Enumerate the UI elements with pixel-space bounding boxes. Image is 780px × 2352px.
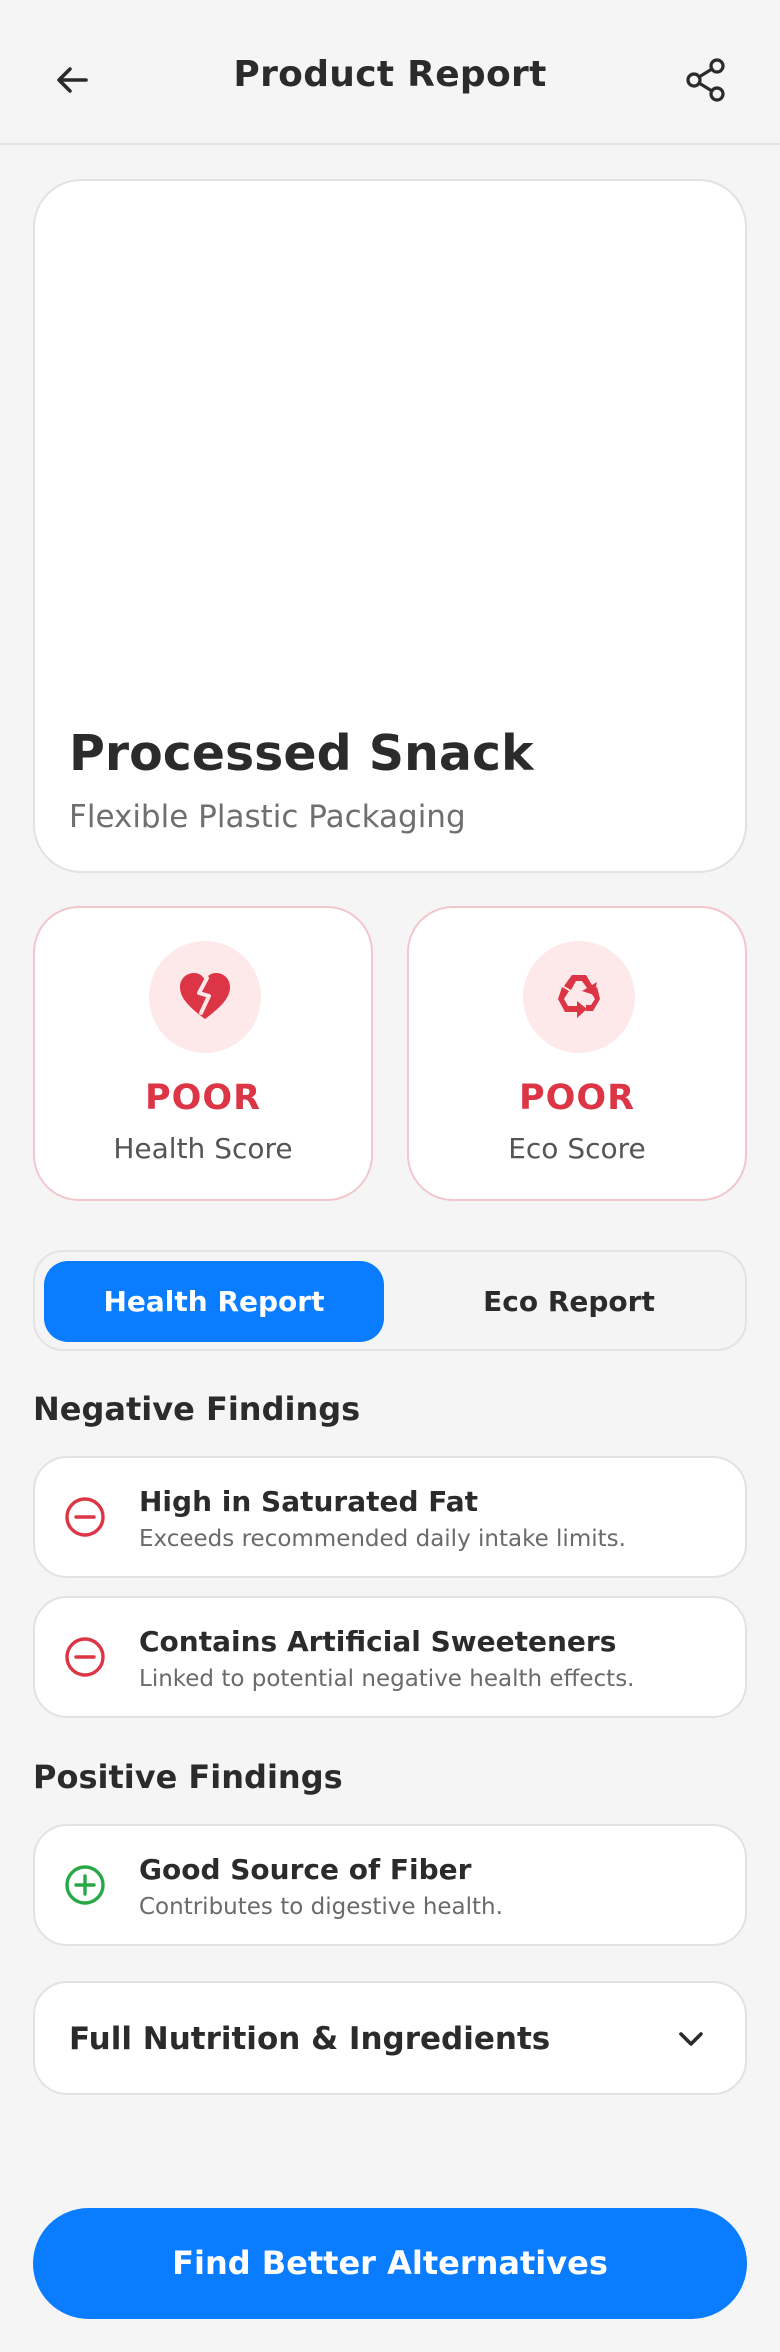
finding-item[interactable]: High in Saturated Fat Exceeds recommende… xyxy=(33,1456,747,1578)
page-title: Product Report xyxy=(233,54,547,95)
finding-item[interactable]: Good Source of Fiber Contributes to dige… xyxy=(33,1824,747,1946)
eco-score-card[interactable]: POOR Eco Score xyxy=(407,906,747,1201)
health-score-card[interactable]: POOR Health Score xyxy=(33,906,373,1201)
finding-item[interactable]: Contains Artificial Sweeteners Linked to… xyxy=(33,1596,747,1718)
plus-circle-icon xyxy=(65,1865,105,1905)
finding-description: Contributes to digestive health. xyxy=(139,1894,503,1920)
negative-findings-title: Negative Findings xyxy=(33,1390,361,1428)
accordion-title: Full Nutrition & Ingredients xyxy=(69,2021,551,2057)
eco-score-label: Eco Score xyxy=(508,1132,646,1165)
product-name: Processed Snack xyxy=(69,725,534,782)
nutrition-accordion[interactable]: Full Nutrition & Ingredients xyxy=(33,1981,747,2095)
report-tabs: Health Report Eco Report xyxy=(33,1250,747,1351)
tab-eco-report[interactable]: Eco Report xyxy=(399,1261,739,1342)
finding-title: Good Source of Fiber xyxy=(139,1853,472,1886)
minus-circle-icon xyxy=(65,1637,105,1677)
recycle-icon xyxy=(558,975,600,1018)
product-card: Processed Snack Flexible Plastic Packagi… xyxy=(33,179,747,873)
positive-findings-title: Positive Findings xyxy=(33,1758,343,1796)
finding-description: Linked to potential negative health effe… xyxy=(139,1666,635,1692)
find-alternatives-button[interactable]: Find Better Alternatives xyxy=(33,2208,747,2319)
broken-heart-icon xyxy=(180,973,230,1019)
tab-health-report[interactable]: Health Report xyxy=(44,1261,384,1342)
chevron-down-icon[interactable] xyxy=(671,2019,711,2059)
product-packaging: Flexible Plastic Packaging xyxy=(69,799,466,835)
app-header: Product Report xyxy=(0,0,780,145)
health-score-label: Health Score xyxy=(113,1132,293,1165)
finding-title: Contains Artificial Sweeteners xyxy=(139,1625,617,1658)
health-score-icon-badge xyxy=(149,941,261,1053)
finding-title: High in Saturated Fat xyxy=(139,1485,479,1518)
health-score-rating: POOR xyxy=(144,1078,262,1118)
share-icon[interactable] xyxy=(682,56,730,104)
minus-circle-icon xyxy=(65,1497,105,1537)
finding-description: Exceeds recommended daily intake limits. xyxy=(139,1526,626,1552)
eco-score-rating: POOR xyxy=(518,1078,636,1118)
eco-score-icon-badge xyxy=(523,941,635,1053)
